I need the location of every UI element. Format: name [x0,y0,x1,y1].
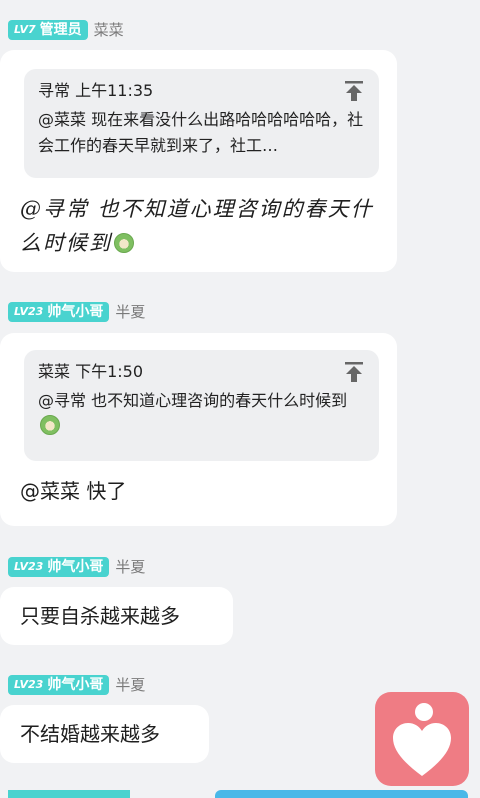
quote-time: 下午1:50 [75,362,144,381]
quote-meta: 菜菜 下午1:50 [38,360,365,384]
role-label: 帅气小哥 [47,676,104,693]
quote-time: 上午11:35 [75,81,154,100]
quoted-message[interactable]: 菜菜 下午1:50 @寻常 也不知道心理咨询的春天什么时候到 [24,350,379,461]
cabbage-emoji-icon [114,233,134,253]
message-bubble[interactable]: 只要自杀越来越多 [0,587,233,645]
user-badge: LV23 帅气小哥 [8,674,110,695]
next-message-header [8,790,130,798]
author-name[interactable]: 半夏 [115,674,145,695]
message-header: LV23 帅气小哥 半夏 [8,556,145,577]
bottom-panel-edge [215,790,468,798]
quote-author: 寻常 [38,81,71,100]
author-name[interactable]: 半夏 [115,301,145,322]
user-badge: LV23 帅气小哥 [8,556,110,577]
message-bubble[interactable]: 不结婚越来越多 [0,705,209,763]
reply-content: @寻常 也不知道心理咨询的春天什么时候到 [20,197,374,255]
user-badge: LV23 帅气小哥 [8,301,110,322]
floating-action-button[interactable] [375,692,469,786]
message-bubble[interactable]: 寻常 上午11:35 @菜菜 现在来看没什么出路哈哈哈哈哈哈，社会工作的春天早就… [0,50,397,272]
role-label: 管理员 [39,21,82,38]
message-header: LV7 管理员 菜菜 [8,19,124,40]
level-label: LV23 [14,559,44,573]
role-label: 帅气小哥 [47,303,104,320]
quoted-message[interactable]: 寻常 上午11:35 @菜菜 现在来看没什么出路哈哈哈哈哈哈，社会工作的春天早就… [24,69,379,178]
quote-content: @寻常 也不知道心理咨询的春天什么时候到 [38,391,348,410]
quote-author: 菜菜 [38,362,71,381]
level-label: LV7 [14,22,36,36]
level-label: LV23 [14,304,44,318]
message-header: LV23 帅气小哥 半夏 [8,301,145,322]
message-header: LV23 帅气小哥 半夏 [8,674,145,695]
quote-meta: 寻常 上午11:35 [38,79,365,103]
cabbage-emoji-icon [40,415,60,435]
reply-text: 只要自杀越来越多 [20,604,180,628]
message-bubble[interactable]: 菜菜 下午1:50 @寻常 也不知道心理咨询的春天什么时候到 @菜菜 快了 [0,333,397,526]
pin-to-top-icon[interactable] [343,79,365,103]
author-name[interactable]: 半夏 [115,556,145,577]
quote-text: @寻常 也不知道心理咨询的春天什么时候到 [38,388,348,440]
role-label: 帅气小哥 [47,558,104,575]
reply-text: @寻常 也不知道心理咨询的春天什么时候到 [20,192,380,260]
pin-to-top-icon[interactable] [343,360,365,384]
user-badge: LV7 管理员 [8,19,88,40]
quote-text: @菜菜 现在来看没什么出路哈哈哈哈哈哈，社会工作的春天早就到来了，社工… [38,110,364,155]
author-name[interactable]: 菜菜 [94,19,124,40]
user-badge [8,790,130,798]
heart-person-icon [393,703,451,776]
level-label: LV23 [14,677,44,691]
reply-text: @菜菜 快了 [20,479,127,503]
reply-text: 不结婚越来越多 [20,722,160,746]
